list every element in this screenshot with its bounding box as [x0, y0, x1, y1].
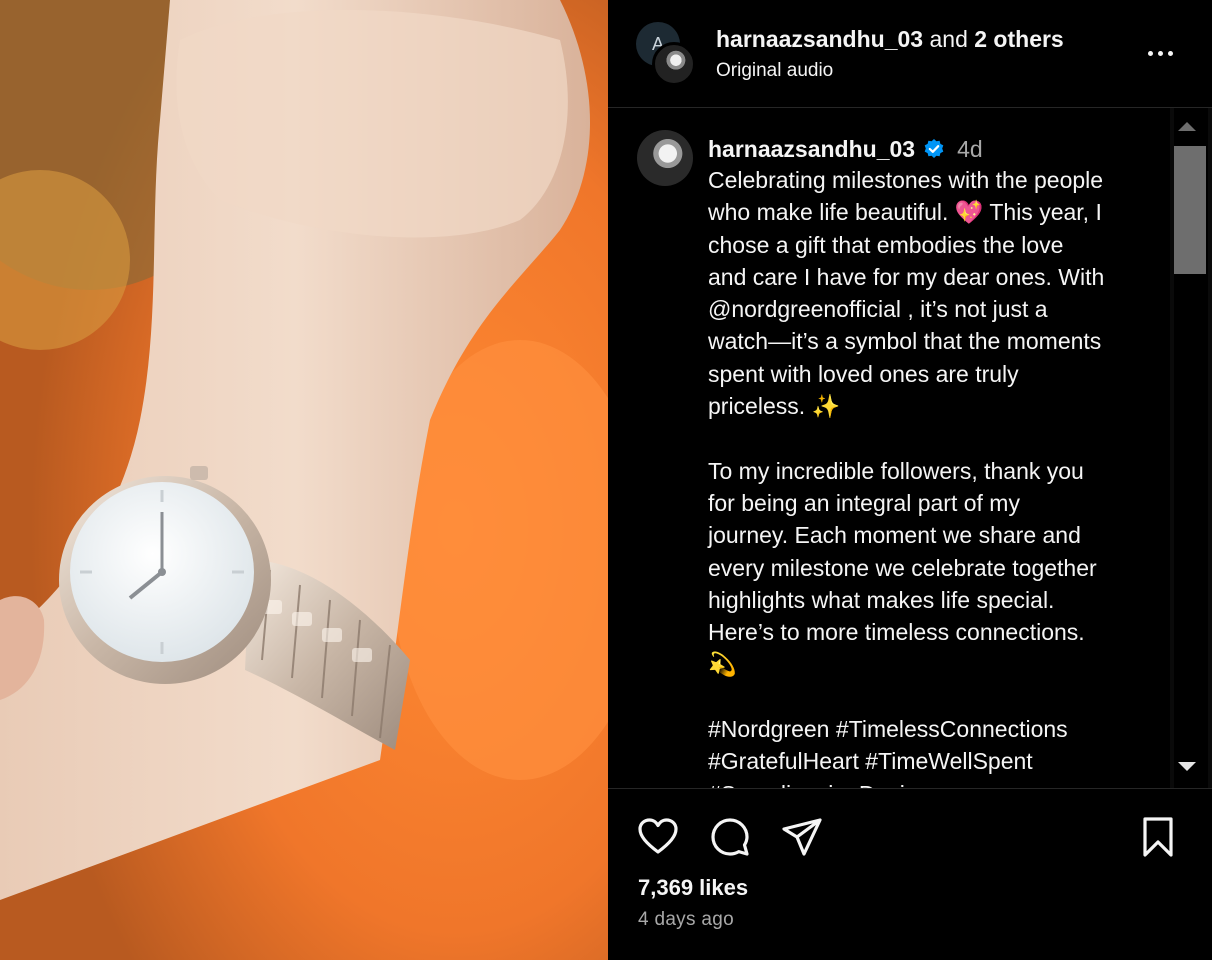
- more-icon: [1147, 50, 1153, 56]
- comment-button[interactable]: [708, 815, 752, 859]
- caption-area[interactable]: harnaazsandhu_03 4d Celebrating mileston…: [608, 108, 1170, 788]
- post-side-panel: A harnaazsandhu_03 and 2 others Original…: [608, 0, 1212, 960]
- caption-text: Celebrating milestones with the people w…: [708, 167, 1105, 788]
- scrollbar[interactable]: [1170, 108, 1212, 788]
- author-line: harnaazsandhu_03 and 2 others: [716, 26, 1064, 53]
- share-icon: [782, 818, 822, 856]
- more-icon-dot: [1157, 50, 1163, 56]
- share-button[interactable]: [780, 815, 824, 859]
- collab-avatars[interactable]: A: [636, 22, 700, 86]
- heart-icon: [638, 818, 678, 854]
- post-header: A harnaazsandhu_03 and 2 others Original…: [608, 0, 1212, 108]
- caption-time[interactable]: 4d: [957, 134, 983, 164]
- like-count[interactable]: 7,369 likes: [638, 875, 748, 901]
- verified-badge-icon: [923, 138, 945, 160]
- save-button[interactable]: [1136, 815, 1180, 859]
- more-icon-dot: [1167, 50, 1173, 56]
- watch-photo: [0, 0, 608, 960]
- post-actions-footer: 7,369 likes 4 days ago: [608, 788, 1212, 960]
- post-date[interactable]: 4 days ago: [638, 909, 734, 931]
- audio-link[interactable]: Original audio: [716, 60, 833, 82]
- more-options-button[interactable]: [1140, 36, 1180, 70]
- caption-meta: harnaazsandhu_03 4d: [708, 134, 1148, 164]
- scroll-up-arrow-icon[interactable]: [1178, 122, 1196, 131]
- scrollbar-thumb[interactable]: [1174, 146, 1206, 274]
- bookmark-icon: [1143, 817, 1173, 857]
- others-link[interactable]: 2 others: [974, 26, 1063, 52]
- and-text: and: [923, 26, 975, 52]
- caption-username[interactable]: harnaazsandhu_03: [708, 134, 915, 164]
- like-button[interactable]: [636, 815, 680, 859]
- caption-avatar[interactable]: [637, 130, 693, 186]
- author-username[interactable]: harnaazsandhu_03: [716, 26, 923, 52]
- caption-body: harnaazsandhu_03 4d Celebrating mileston…: [708, 134, 1148, 788]
- scroll-down-arrow-icon[interactable]: [1178, 762, 1196, 771]
- comment-icon: [711, 818, 749, 856]
- post-media[interactable]: [0, 0, 608, 960]
- avatar[interactable]: [652, 42, 696, 86]
